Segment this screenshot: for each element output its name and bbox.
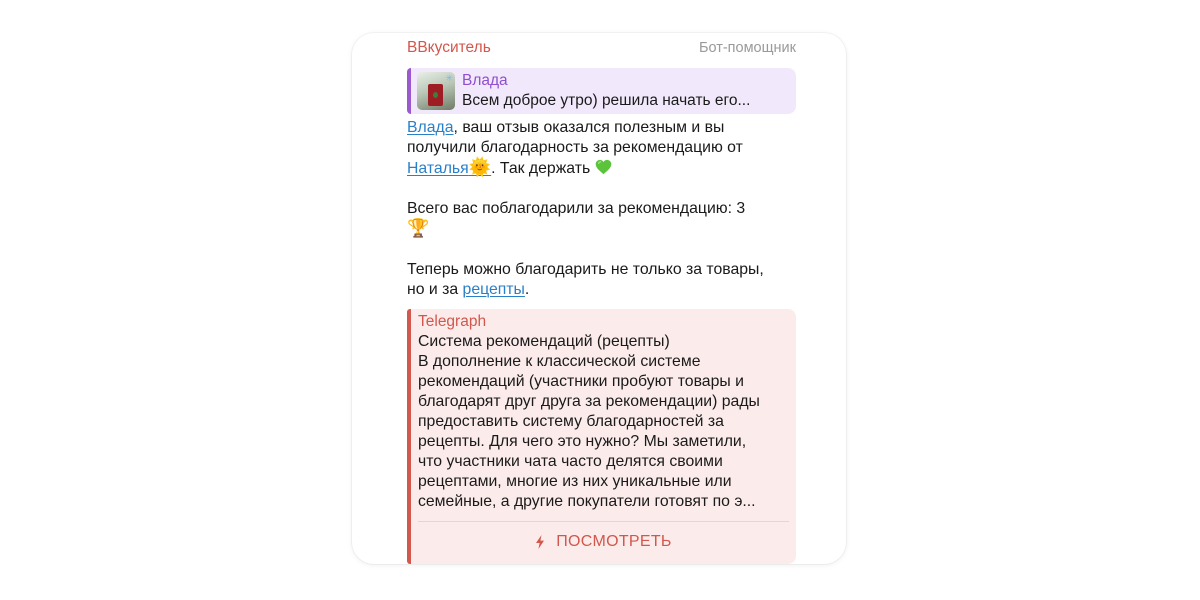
reply-text-block: Влада Всем доброе утро) решила начать ег… xyxy=(462,71,750,111)
mention-natalya-link[interactable]: Наталья🌞 xyxy=(407,157,492,177)
reply-quote[interactable]: ✳ Влада Всем доброе утро) решила начать … xyxy=(407,68,796,114)
sender-role: Бот-помощник xyxy=(698,40,796,56)
book-image xyxy=(428,84,443,106)
link-preview[interactable]: Telegraph Система рекомендаций (рецепты)… xyxy=(407,309,796,564)
preview-title: Система рекомендаций (рецепты) xyxy=(418,333,670,350)
preview-description-line: рецептами, многие из них уникальные или xyxy=(418,473,732,490)
preview-divider xyxy=(418,521,789,522)
message-header: ВВкуситель Бот-помощник xyxy=(407,39,796,63)
preview-description-line: предоставить систему благодарностей за xyxy=(418,413,724,430)
message-line: Наталья🌞. Так держать xyxy=(407,158,796,179)
message-line: получили благодарность за рекомендацию о… xyxy=(407,139,743,156)
message-line: 🏆 xyxy=(407,219,796,240)
message-line: Теперь можно благодарить не только за то… xyxy=(407,261,764,278)
recipes-link[interactable]: рецепты xyxy=(463,281,525,298)
preview-site-name: Telegraph xyxy=(418,313,487,330)
message-text: Влада, ваш отзыв оказался полезным и вы … xyxy=(407,118,796,300)
mention-natalya-name: Наталья xyxy=(407,160,469,177)
sender-name[interactable]: ВВкуситель xyxy=(407,39,491,57)
view-button-label: ПОСМОТРЕТЬ xyxy=(556,533,672,550)
preview-description-line: рекомендаций (участники пробуют товары и xyxy=(418,373,744,390)
message-line: но и за рецепты. xyxy=(407,280,796,300)
lightning-icon xyxy=(536,535,545,549)
message-text-segment: . xyxy=(524,281,530,298)
reply-snippet: Всем доброе утро) решила начать его... xyxy=(462,92,751,109)
sun-emoji-icon: 🌞 xyxy=(468,157,492,177)
reply-author: Влада xyxy=(462,72,508,89)
view-button[interactable]: ПОСМОТРЕТЬ xyxy=(411,529,796,555)
trophy-icon: 🏆 xyxy=(407,218,430,238)
mention-vlada-link[interactable]: Влада xyxy=(407,119,454,136)
message-text-segment: . Так держать xyxy=(491,160,595,177)
green-heart-icon xyxy=(595,159,611,175)
message-text-segment: но и за xyxy=(407,281,463,298)
preview-description-line: рецепты. Для чего это нужно? Мы заметили… xyxy=(418,433,747,450)
message-text-segment: , ваш отзыв оказался полезным и вы xyxy=(453,119,725,136)
preview-description-line: благодарят друг друга за рекомендации) р… xyxy=(418,393,760,410)
message-bubble: ВВкуситель Бот-помощник ✳ Влада Всем доб… xyxy=(352,33,846,564)
sparkle-icon: ✳ xyxy=(445,73,453,83)
reply-thumbnail: ✳ xyxy=(417,72,455,110)
preview-description-line: что участники чата часто делятся своими xyxy=(418,453,723,470)
message-line: Всего вас поблагодарили за рекомендацию:… xyxy=(407,200,746,217)
preview-description: В дополнение к классической системе реко… xyxy=(418,352,789,512)
preview-description-line: семейные, а другие покупатели готовят по… xyxy=(418,493,756,510)
message-line: Влада, ваш отзыв оказался полезным и вы xyxy=(407,118,796,138)
preview-description-line: В дополнение к классической системе xyxy=(418,353,701,370)
